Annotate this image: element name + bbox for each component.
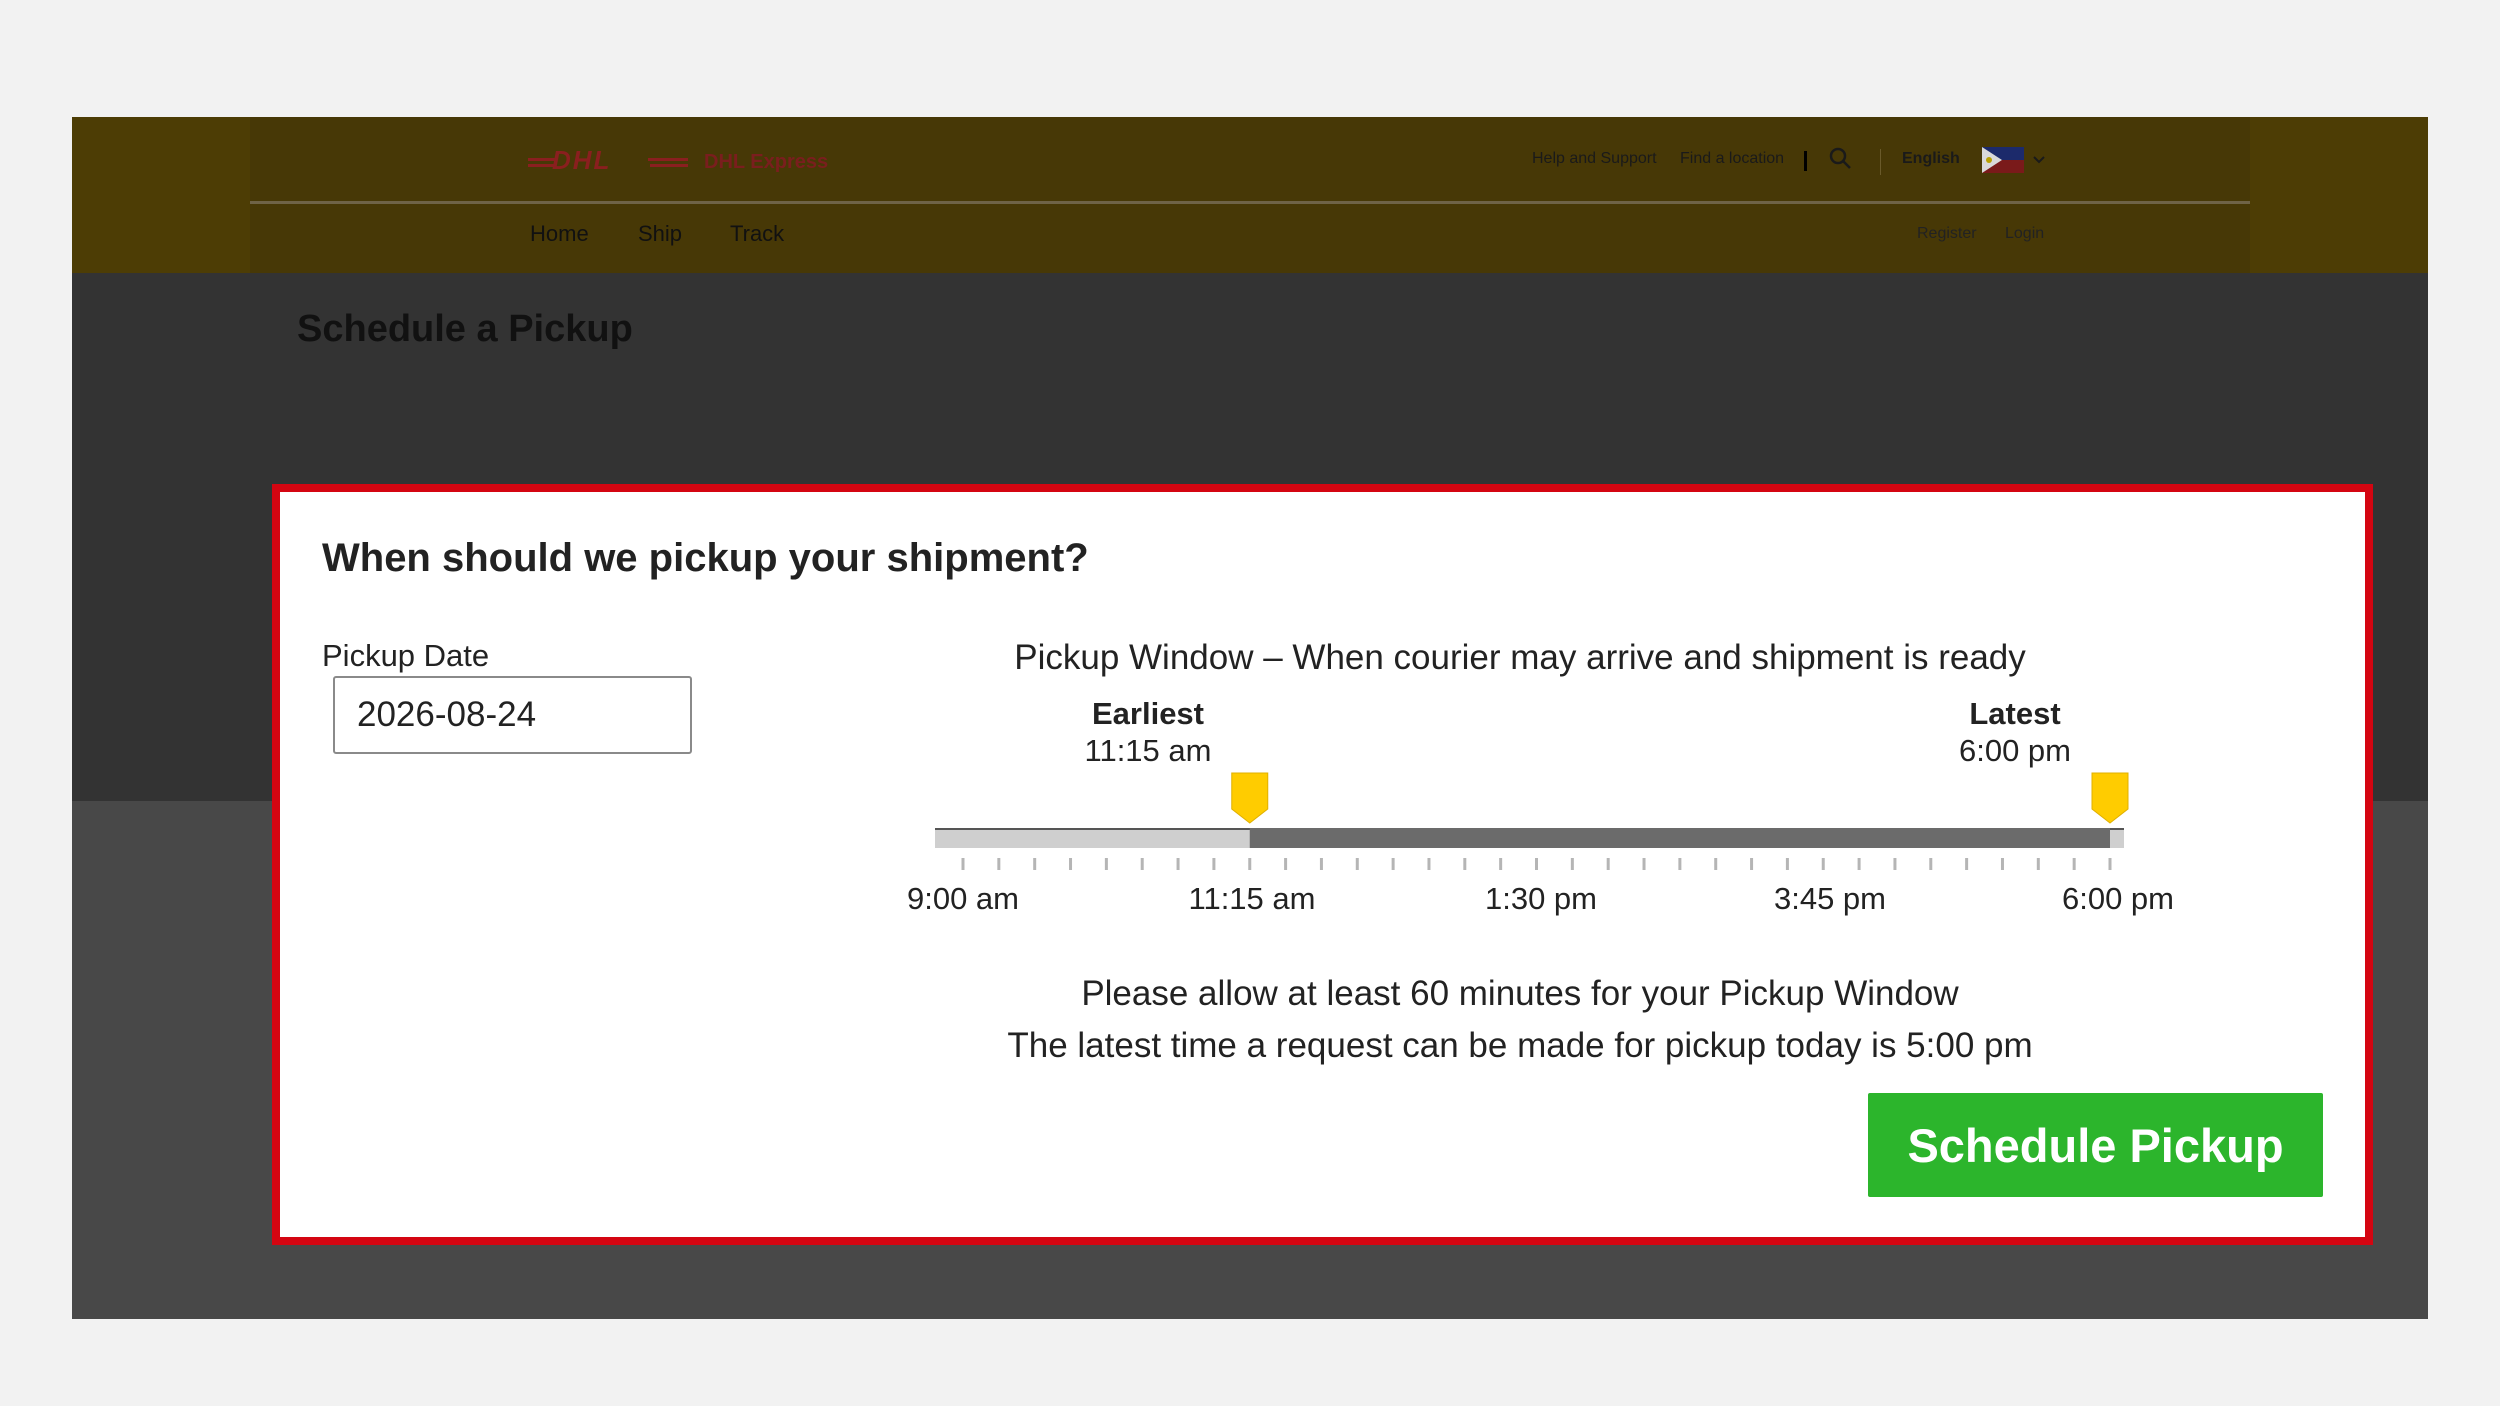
latest-handle[interactable] [2091, 772, 2129, 824]
find-location-link[interactable]: Find a location [1680, 150, 1784, 168]
tick-label-9am: 9:00 am [906, 881, 1019, 916]
tick-label-1115am: 11:15 am [1188, 881, 1316, 916]
nav-home[interactable]: Home [530, 221, 589, 247]
chevron-down-icon[interactable] [2032, 153, 2046, 167]
page-backdrop: DHL DHL Express Help and Support Find a … [72, 117, 2428, 1319]
slider-ticks [961, 858, 2112, 870]
schedule-pickup-button[interactable]: Schedule Pickup [1868, 1093, 2323, 1197]
login-link[interactable]: Login [2005, 225, 2044, 243]
logo-text: DHL [552, 147, 611, 173]
cutoff-time-note: The latest time a request can be made fo… [1007, 1026, 2033, 1065]
page-title: Schedule a Pickup [297, 308, 633, 350]
tick-label-6pm: 6:00 pm [2061, 881, 2174, 916]
util-separator-thin [1880, 149, 1881, 175]
earliest-handle[interactable] [1231, 772, 1269, 824]
slider-selected-range [1249, 828, 2110, 848]
register-link[interactable]: Register [1917, 225, 1977, 243]
nav-track[interactable]: Track [730, 221, 784, 247]
nav-ship[interactable]: Ship [638, 221, 682, 247]
tick-label-345pm: 3:45 pm [1773, 881, 1886, 916]
language-selector[interactable]: English [1902, 150, 1960, 168]
minimum-window-note: Please allow at least 60 minutes for you… [1081, 974, 1959, 1013]
site-header: DHL DHL Express Help and Support Find a … [72, 117, 2428, 273]
util-separator [1804, 151, 1807, 171]
pickup-time-dialog: When should we pickup your shipment? Pic… [272, 484, 2373, 1245]
brand-name: DHL Express [704, 151, 829, 173]
search-icon[interactable] [1828, 146, 1854, 172]
header-inner [250, 117, 2250, 273]
header-divider [250, 201, 2250, 204]
tick-label-130pm: 1:30 pm [1484, 881, 1597, 916]
dhl-logo[interactable]: DHL [528, 147, 688, 173]
help-support-link[interactable]: Help and Support [1532, 150, 1657, 168]
philippines-flag-icon[interactable] [1982, 147, 2024, 173]
